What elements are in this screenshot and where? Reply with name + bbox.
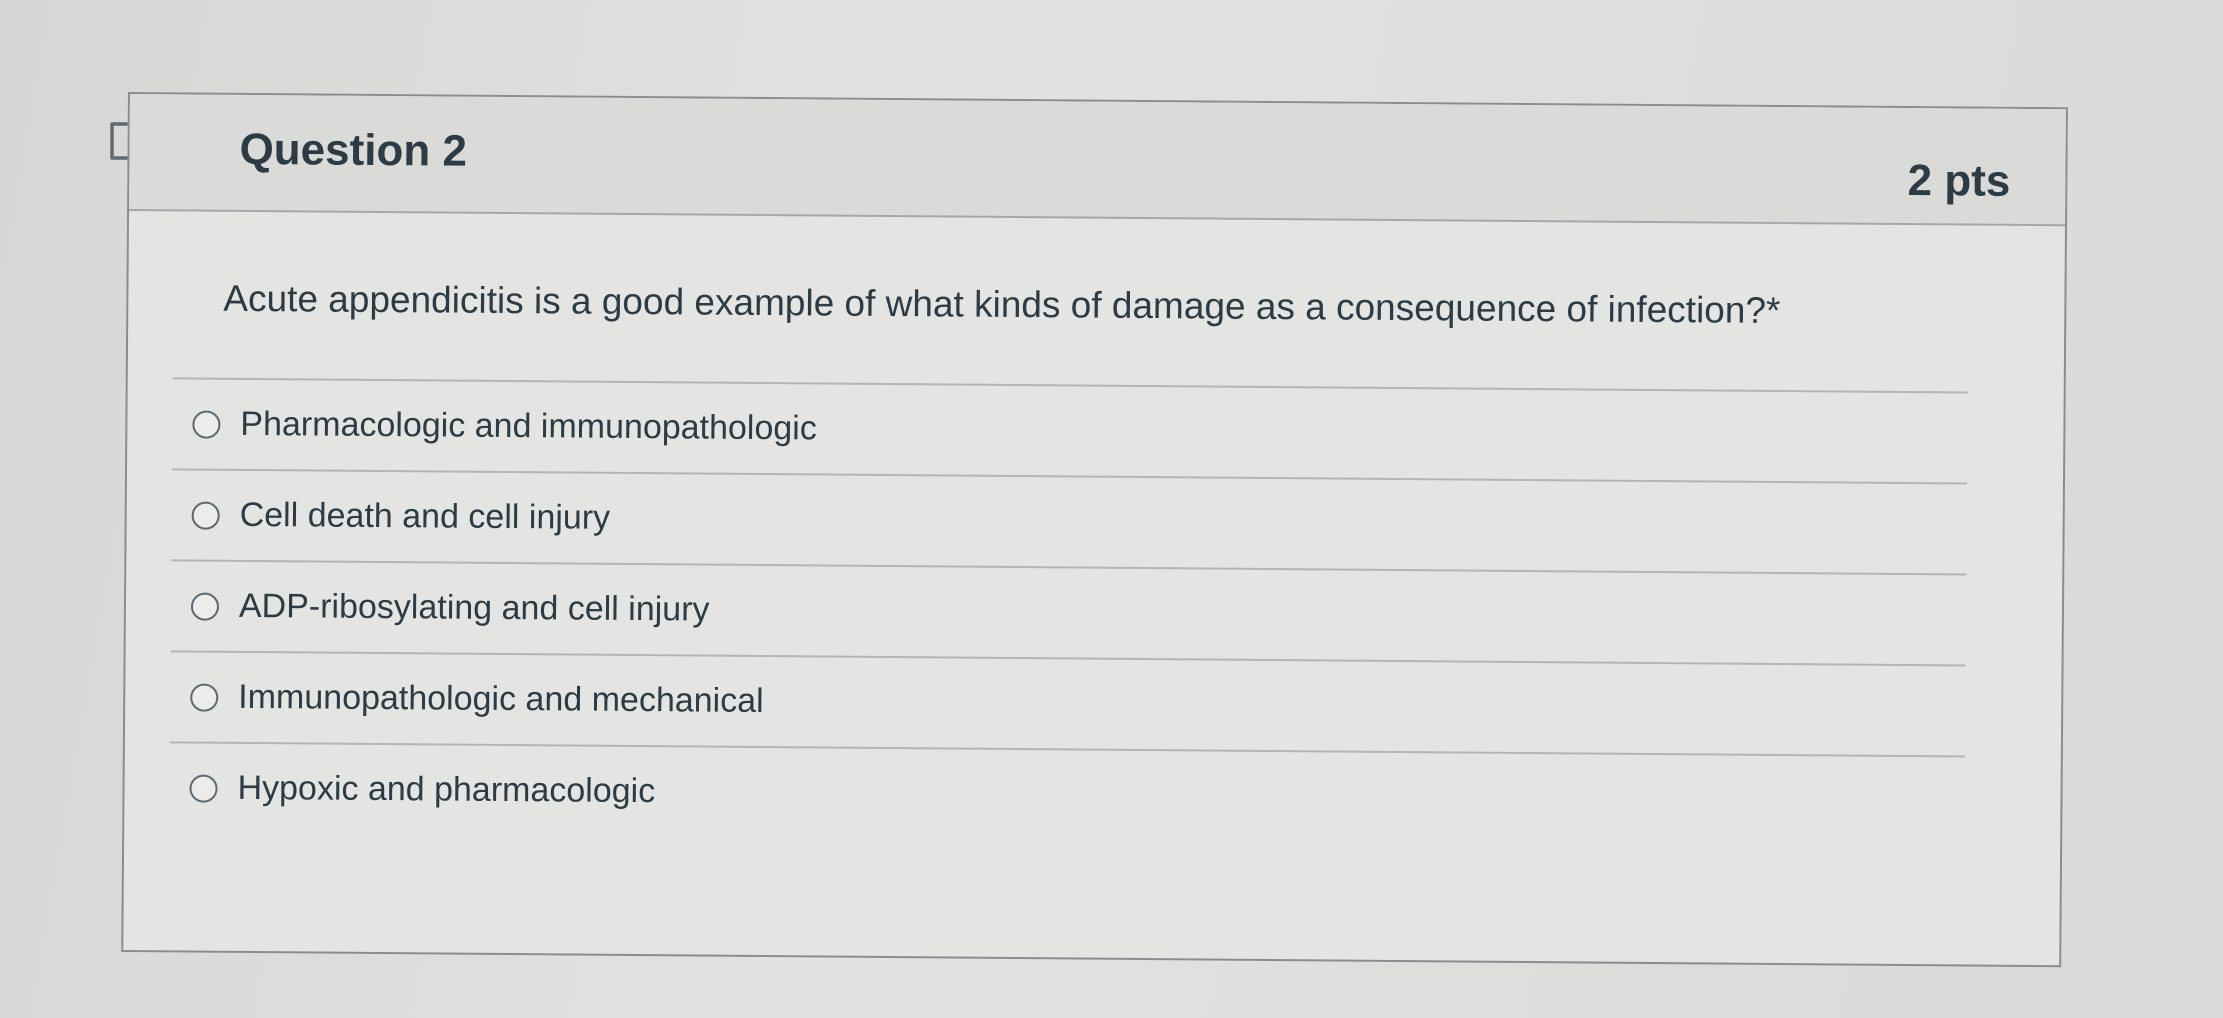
answer-option-5[interactable]: Hypoxic and pharmacologic xyxy=(169,743,1965,846)
answer-list: Pharmacologic and immunopathologic Cell … xyxy=(169,377,1968,846)
radio-unselected-icon[interactable] xyxy=(191,501,220,530)
answer-label: Immunopathologic and mechanical xyxy=(238,677,764,721)
radio-unselected-icon[interactable] xyxy=(190,683,219,712)
answer-option-1[interactable]: Pharmacologic and immunopathologic xyxy=(172,379,1968,482)
answer-option-4[interactable]: Immunopathologic and mechanical xyxy=(170,652,1966,755)
answer-option-3[interactable]: ADP-ribosylating and cell injury xyxy=(171,561,1967,664)
question-text: Acute appendicitis is a good example of … xyxy=(223,277,1781,331)
answer-label: Hypoxic and pharmacologic xyxy=(237,768,656,811)
radio-unselected-icon[interactable] xyxy=(189,774,218,803)
answer-option-2[interactable]: Cell death and cell injury xyxy=(171,470,1967,573)
question-header: Question 2 2 pts xyxy=(129,94,2066,227)
answer-label: Pharmacologic and immunopathologic xyxy=(240,404,817,448)
quiz-page: Question 2 2 pts Acute appendicitis is a… xyxy=(0,0,2223,1018)
radio-unselected-icon[interactable] xyxy=(192,410,221,439)
answer-label: Cell death and cell injury xyxy=(239,495,611,537)
answer-label: ADP-ribosylating and cell injury xyxy=(238,586,710,629)
question-points: 2 pts xyxy=(1907,155,2011,206)
radio-unselected-icon[interactable] xyxy=(190,592,220,621)
question-card: Question 2 2 pts Acute appendicitis is a… xyxy=(121,92,2068,968)
question-title: Question 2 xyxy=(239,124,468,176)
